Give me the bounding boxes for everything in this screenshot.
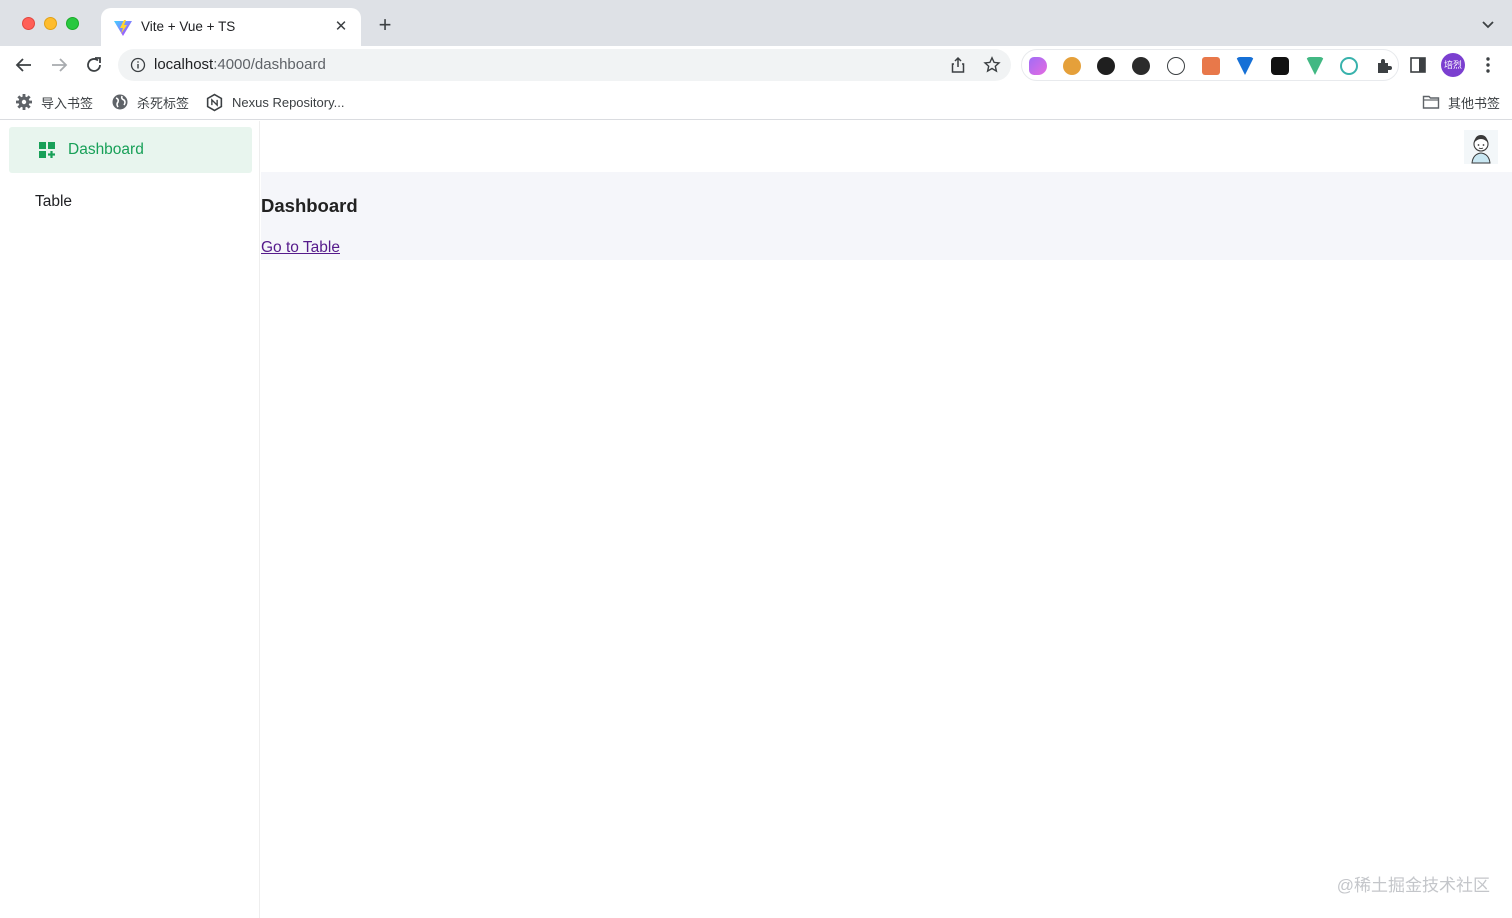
sidebar-item-label: Dashboard — [68, 141, 144, 158]
window-minimize-button[interactable] — [44, 17, 57, 30]
extension-sync-icon[interactable] — [1340, 57, 1358, 75]
new-tab-button[interactable]: + — [374, 14, 396, 36]
sidebar-item-dashboard[interactable]: Dashboard — [9, 127, 252, 173]
bookmark-label: 导入书签 — [41, 95, 94, 111]
go-to-table-link[interactable]: Go to Table — [261, 239, 340, 257]
tab-close-icon[interactable]: ✕ — [331, 17, 351, 37]
bookmark-kill-tabs[interactable]: 杀死标签 — [111, 92, 189, 112]
profile-avatar[interactable]: 培烈 — [1441, 53, 1465, 77]
extension-purple-icon[interactable] — [1029, 57, 1047, 75]
juejin-watermark: @稀土掘金技术社区 — [1336, 876, 1490, 895]
extension-cookie-icon[interactable] — [1063, 57, 1081, 75]
tab-title: Vite + Vue + TS — [141, 19, 236, 34]
page-title: Dashboard — [261, 195, 358, 216]
folder-icon — [1422, 95, 1440, 109]
window-close-button[interactable] — [22, 17, 35, 30]
extension-braces-icon[interactable] — [1167, 57, 1185, 75]
extensions-puzzle-icon[interactable] — [1375, 57, 1393, 75]
side-panel-icon[interactable] — [1409, 56, 1427, 74]
address-bar[interactable]: localhost:4000/dashboard — [118, 49, 1011, 81]
extension-dark-circle-icon[interactable] — [1097, 57, 1115, 75]
bookmarks-bar: 导入书签 杀死标签 Nexus Repository... 其他书签 — [0, 84, 1512, 120]
app-page: Dashboard Table Dashboard Go to Table @稀… — [0, 121, 1512, 918]
user-avatar[interactable] — [1464, 130, 1498, 164]
extension-tree-icon[interactable] — [1202, 57, 1220, 75]
url-host: localhost — [154, 56, 214, 73]
bookmark-label: 杀死标签 — [137, 95, 190, 111]
tab-strip: Vite + Vue + TS ✕ + — [0, 0, 1512, 46]
dashboard-icon — [39, 142, 55, 158]
extension-g-icon[interactable] — [1132, 57, 1150, 75]
extension-black-square-icon[interactable] — [1271, 57, 1289, 75]
bookmark-nexus[interactable]: Nexus Repository... — [205, 92, 344, 112]
browser-tab[interactable]: Vite + Vue + TS ✕ — [101, 8, 361, 46]
vite-favicon-icon — [114, 20, 132, 36]
other-bookmarks-label: 其他书签 — [1448, 95, 1501, 111]
bookmark-star-icon[interactable] — [983, 56, 1001, 74]
globe-icon — [112, 94, 128, 110]
nexus-icon — [206, 93, 223, 111]
back-arrow-icon[interactable] — [13, 54, 35, 76]
bookmark-label: Nexus Repository... — [232, 94, 345, 110]
reload-icon[interactable] — [83, 54, 105, 76]
other-bookmarks-folder[interactable]: 其他书签 — [1422, 92, 1500, 112]
browser-toolbar: localhost:4000/dashboard 培烈 — [0, 46, 1512, 84]
sidebar-menu: Dashboard Table — [0, 121, 260, 918]
sidebar-item-label: Table — [35, 193, 73, 210]
url-path: :4000/dashboard — [213, 56, 326, 73]
window-maximize-button[interactable] — [66, 17, 79, 30]
tab-search-chevron-icon[interactable] — [1480, 16, 1496, 32]
url-text: localhost:4000/dashboard — [154, 56, 326, 73]
sidebar-item-table[interactable]: Table — [9, 179, 252, 225]
more-menu-icon[interactable] — [1480, 55, 1496, 75]
share-icon[interactable] — [949, 56, 967, 74]
extension-v-blue-icon[interactable] — [1236, 57, 1254, 75]
vue-devtools-icon[interactable] — [1306, 57, 1324, 75]
bookmark-import[interactable]: 导入书签 — [15, 92, 93, 112]
gear-icon — [16, 94, 32, 110]
extensions-group — [1021, 49, 1399, 81]
main-content: Dashboard Go to Table — [261, 172, 1512, 260]
site-info-icon[interactable] — [130, 57, 146, 73]
forward-arrow-icon[interactable] — [48, 54, 70, 76]
top-header — [261, 121, 1512, 172]
